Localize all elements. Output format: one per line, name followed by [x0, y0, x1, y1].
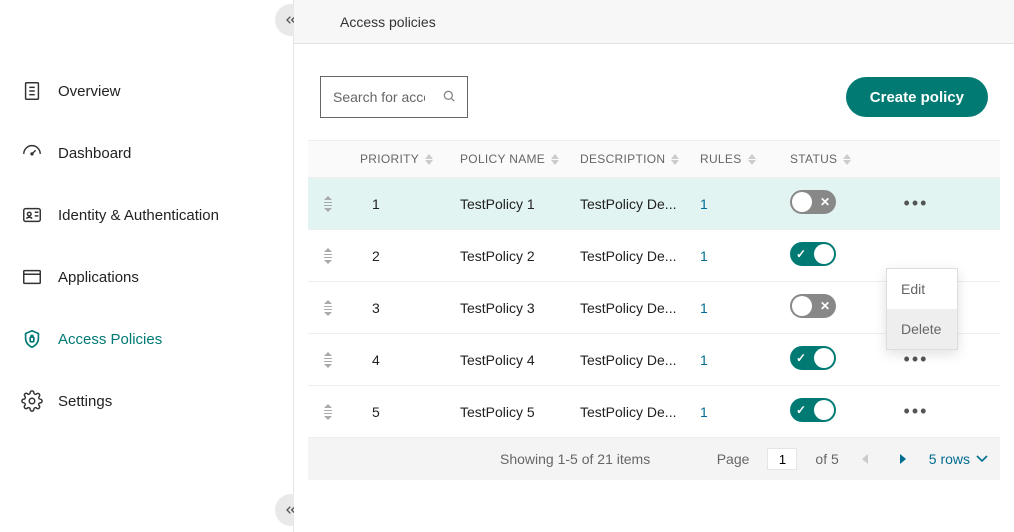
table-row[interactable]: 5 TestPolicy 5 TestPolicy De... 1 ••• — [308, 386, 1000, 438]
content-area: Create policy PRIORITY POLICY NAME DESC — [294, 44, 1014, 532]
sidebar-item-label: Access Policies — [58, 331, 162, 348]
drag-handle-icon[interactable] — [308, 300, 348, 316]
cell-policy-name[interactable]: TestPolicy 5 — [448, 404, 568, 420]
search-input-wrap[interactable] — [320, 76, 468, 118]
chevron-down-icon — [976, 455, 988, 463]
menu-item-edit[interactable]: Edit — [887, 269, 957, 309]
status-toggle[interactable] — [790, 190, 836, 214]
rows-per-page-select[interactable]: 5 rows — [929, 451, 988, 467]
page-header: Access policies — [294, 0, 1014, 44]
row-actions-button[interactable]: ••• — [902, 190, 930, 218]
cell-policy-name[interactable]: TestPolicy 3 — [448, 300, 568, 316]
id-card-icon — [20, 203, 44, 227]
page-label-post: of 5 — [815, 451, 838, 467]
sort-icon — [671, 154, 679, 165]
cell-rules[interactable]: 1 — [688, 352, 778, 368]
create-policy-button[interactable]: Create policy — [846, 77, 988, 117]
page-number-input[interactable] — [767, 448, 797, 470]
cell-priority: 3 — [348, 300, 448, 316]
cell-policy-name[interactable]: TestPolicy 1 — [448, 196, 568, 212]
th-policy-name[interactable]: POLICY NAME — [448, 152, 568, 166]
page-label-pre: Page — [717, 451, 750, 467]
sidebar-item-label: Applications — [58, 269, 139, 286]
sort-icon — [425, 154, 433, 165]
th-priority[interactable]: PRIORITY — [348, 152, 448, 166]
sidebar-item-label: Settings — [58, 393, 112, 410]
sort-icon — [551, 154, 559, 165]
window-icon — [20, 265, 44, 289]
th-description[interactable]: DESCRIPTION — [568, 152, 688, 166]
menu-item-delete[interactable]: Delete — [887, 309, 957, 349]
cell-priority: 4 — [348, 352, 448, 368]
th-rules[interactable]: RULES — [688, 152, 778, 166]
cell-priority: 2 — [348, 248, 448, 264]
drag-handle-icon[interactable] — [308, 404, 348, 420]
cell-priority: 1 — [348, 196, 448, 212]
status-toggle[interactable] — [790, 346, 836, 370]
row-actions-menu: Edit Delete — [886, 268, 958, 350]
chevron-left-icon — [861, 454, 871, 464]
cell-description: TestPolicy De... — [568, 352, 688, 368]
table-row[interactable]: 1 TestPolicy 1 TestPolicy De... 1 ••• — [308, 178, 1000, 230]
sidebar-item-label: Overview — [58, 83, 121, 100]
sort-icon — [748, 154, 756, 165]
sidebar: Overview Dashboard Identity & Authentica… — [0, 0, 294, 532]
gauge-icon — [20, 141, 44, 165]
cell-description: TestPolicy De... — [568, 404, 688, 420]
next-page-button[interactable] — [893, 450, 911, 468]
search-icon — [441, 88, 457, 107]
shield-lock-icon — [20, 327, 44, 351]
sort-icon — [843, 154, 851, 165]
cell-rules[interactable]: 1 — [688, 248, 778, 264]
sidebar-item-identity[interactable]: Identity & Authentication — [0, 184, 293, 246]
sidebar-item-label: Identity & Authentication — [58, 207, 219, 224]
cell-description: TestPolicy De... — [568, 300, 688, 316]
sidebar-item-settings[interactable]: Settings — [0, 370, 293, 432]
row-actions-button[interactable]: ••• — [902, 398, 930, 426]
status-toggle[interactable] — [790, 294, 836, 318]
toolbar: Create policy — [294, 44, 1014, 140]
chevron-right-icon — [897, 454, 907, 464]
cell-policy-name[interactable]: TestPolicy 2 — [448, 248, 568, 264]
cell-rules[interactable]: 1 — [688, 196, 778, 212]
status-toggle[interactable] — [790, 398, 836, 422]
status-toggle[interactable] — [790, 242, 836, 266]
drag-handle-icon[interactable] — [308, 352, 348, 368]
pagination-summary: Showing 1-5 of 21 items — [500, 451, 650, 467]
cell-rules[interactable]: 1 — [688, 300, 778, 316]
table-footer: Showing 1-5 of 21 items Page of 5 5 rows… — [308, 438, 1000, 480]
cell-description: TestPolicy De... — [568, 248, 688, 264]
prev-page-button[interactable] — [857, 450, 875, 468]
page-title: Access policies — [340, 14, 436, 30]
sidebar-item-overview[interactable]: Overview — [0, 60, 293, 122]
drag-handle-icon[interactable] — [308, 196, 348, 212]
sidebar-item-applications[interactable]: Applications — [0, 246, 293, 308]
cell-priority: 5 — [348, 404, 448, 420]
cell-policy-name[interactable]: TestPolicy 4 — [448, 352, 568, 368]
search-input[interactable] — [331, 88, 427, 106]
gear-icon — [20, 389, 44, 413]
sidebar-item-label: Dashboard — [58, 145, 131, 162]
sidebar-item-access-policies[interactable]: Access Policies — [0, 308, 293, 370]
cell-rules[interactable]: 1 — [688, 404, 778, 420]
sidebar-item-dashboard[interactable]: Dashboard — [0, 122, 293, 184]
table-header: PRIORITY POLICY NAME DESCRIPTION — [308, 140, 1000, 178]
th-status[interactable]: STATUS — [778, 152, 878, 166]
list-icon — [20, 79, 44, 103]
cell-description: TestPolicy De... — [568, 196, 688, 212]
drag-handle-icon[interactable] — [308, 248, 348, 264]
